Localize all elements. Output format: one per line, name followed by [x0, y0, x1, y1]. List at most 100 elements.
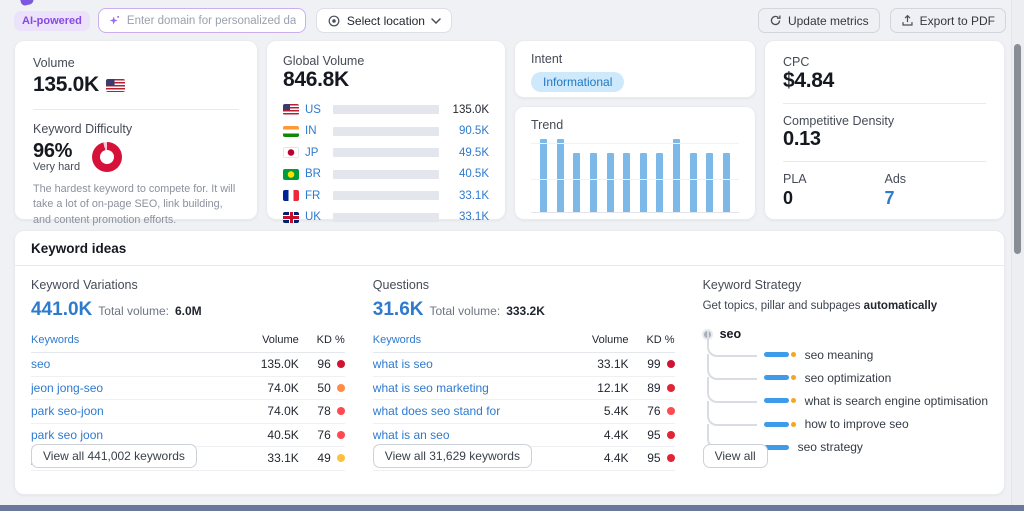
country-code-link[interactable]: JP	[305, 147, 327, 159]
global-volume-card: Global Volume 846.8K US 135.0K IN 90.5K	[266, 40, 506, 220]
keyword-volume: 33.1K	[247, 451, 299, 465]
kd-dot	[667, 384, 675, 392]
intent-badge[interactable]: Informational	[531, 72, 624, 92]
keyword-link[interactable]: what is an seo	[373, 428, 577, 442]
scrollbar-track[interactable]	[1011, 0, 1024, 511]
keyword-link[interactable]: what is seo marketing	[373, 381, 577, 395]
trend-bar	[640, 153, 647, 212]
trend-bar	[573, 153, 580, 212]
competitive-density-value: 0.13	[783, 128, 986, 151]
update-metrics-label: Update metrics	[788, 14, 869, 28]
country-volume-value: 33.1K	[445, 190, 489, 202]
country-flag-icon	[283, 104, 299, 115]
topic-bar-icon	[764, 398, 789, 403]
domain-input[interactable]	[127, 15, 296, 27]
volume-label: Volume	[33, 56, 239, 70]
country-code-link[interactable]: IN	[305, 125, 327, 137]
keyword-kd: 76	[299, 428, 345, 442]
keyword-variations-column: Keyword Variations 441.0K Total volume: …	[31, 278, 345, 484]
update-metrics-button[interactable]: Update metrics	[758, 8, 880, 33]
view-all-variations-button[interactable]: View all 441,002 keywords	[31, 444, 197, 468]
country-code-link[interactable]: US	[305, 104, 327, 116]
table-row: park seo-joon 74.0K 78	[31, 400, 345, 424]
kd-dot	[667, 407, 675, 415]
trend-bar-chart	[531, 139, 739, 213]
keyword-link[interactable]: park seo-joon	[31, 404, 247, 418]
keyword-strategy-label: Keyword Strategy	[703, 278, 988, 292]
scrollbar-thumb[interactable]	[1014, 44, 1021, 254]
kd-dot	[337, 384, 345, 392]
table-row: jeon jong-seo 74.0K 50	[31, 377, 345, 401]
trend-bar	[590, 153, 597, 212]
keyword-ideas-title: Keyword ideas	[15, 231, 1004, 266]
topic-link[interactable]: what is search engine optimisation	[805, 394, 988, 408]
refresh-icon	[769, 14, 782, 27]
trend-bar	[690, 153, 697, 212]
keyword-link[interactable]: what does seo stand for	[373, 404, 577, 418]
volume-bar-track	[333, 127, 439, 136]
keyword-link[interactable]: jeon jong-seo	[31, 381, 247, 395]
cpc-value: $4.84	[783, 69, 986, 93]
kd-column-header: KD %	[629, 334, 675, 346]
keyword-link[interactable]: park seo joon	[31, 428, 247, 442]
volume-bar-track	[333, 148, 439, 157]
keyword-kd: 95	[629, 428, 675, 442]
ads-value-link[interactable]: 7	[885, 188, 987, 209]
strategy-children: seo meaning seo optimization what is s	[707, 343, 988, 459]
kd-column-header: KD %	[299, 334, 345, 346]
view-all-questions-button[interactable]: View all 31,629 keywords	[373, 444, 532, 468]
country-code-link[interactable]: UK	[305, 211, 327, 223]
volume-bar-track	[333, 191, 439, 200]
competitive-density-label: Competitive Density	[783, 114, 986, 128]
keyword-volume: 4.4K	[577, 451, 629, 465]
topbar: AI-powered Select location Update metric…	[14, 8, 1006, 33]
topic-link[interactable]: seo meaning	[805, 348, 874, 362]
table-row: what is seo 33.1K 99	[373, 353, 675, 377]
divider	[33, 109, 239, 110]
kd-dot	[337, 431, 345, 439]
cut-off-app-icon	[19, 0, 35, 6]
volume-bar-track	[333, 105, 439, 114]
country-code-link[interactable]: FR	[305, 190, 327, 202]
export-icon	[901, 14, 914, 27]
keyword-volume: 74.0K	[247, 381, 299, 395]
country-volume-row: IN 90.5K	[283, 121, 489, 143]
country-volume-row: US 135.0K	[283, 99, 489, 121]
country-code-link[interactable]: BR	[305, 168, 327, 180]
gridline	[531, 179, 739, 180]
table-header-row: Keywords Volume KD %	[373, 334, 675, 353]
domain-input-wrapper[interactable]	[98, 8, 306, 33]
keyword-kd: 95	[629, 451, 675, 465]
keyword-volume: 4.4K	[577, 428, 629, 442]
topic-link[interactable]: seo strategy	[798, 440, 863, 454]
volume-bar-track	[333, 213, 439, 222]
export-pdf-button[interactable]: Export to PDF	[890, 8, 1006, 33]
trend-bar	[540, 139, 547, 212]
keyword-strategy-subtitle: Get topics, pillar and subpages automati…	[703, 300, 988, 312]
keyword-kd: 76	[629, 404, 675, 418]
location-selector[interactable]: Select location	[316, 8, 452, 33]
trend-bar	[723, 153, 730, 212]
country-volume-row: JP 49.5K	[283, 142, 489, 164]
volume-value: 135.0K	[33, 73, 99, 97]
pla-label: PLA	[783, 172, 885, 186]
topic-link[interactable]: how to improve seo	[805, 417, 909, 431]
table-row: what is seo marketing 12.1K 89	[373, 377, 675, 401]
questions-label: Questions	[373, 278, 675, 292]
topic-bar-icon	[764, 375, 789, 380]
keyword-kd: 78	[299, 404, 345, 418]
keyword-ideas-panel: Keyword ideas Keyword Variations 441.0K …	[14, 230, 1005, 495]
kd-dot	[337, 407, 345, 415]
keyword-volume: 135.0K	[247, 357, 299, 371]
kd-donut-chart	[92, 142, 122, 172]
keyword-link[interactable]: seo	[31, 357, 247, 371]
questions-count-link[interactable]: 31.6K	[373, 299, 424, 321]
keyword-strategy-column: Keyword Strategy Get topics, pillar and …	[703, 278, 988, 484]
variations-count-link[interactable]: 441.0K	[31, 299, 92, 321]
global-volume-value: 846.8K	[283, 68, 489, 92]
keyword-kd: 99	[629, 357, 675, 371]
topic-link[interactable]: seo optimization	[805, 371, 892, 385]
view-all-strategy-button[interactable]: View all	[703, 444, 768, 468]
table-row: what does seo stand for 5.4K 76	[373, 400, 675, 424]
keyword-link[interactable]: what is seo	[373, 357, 577, 371]
